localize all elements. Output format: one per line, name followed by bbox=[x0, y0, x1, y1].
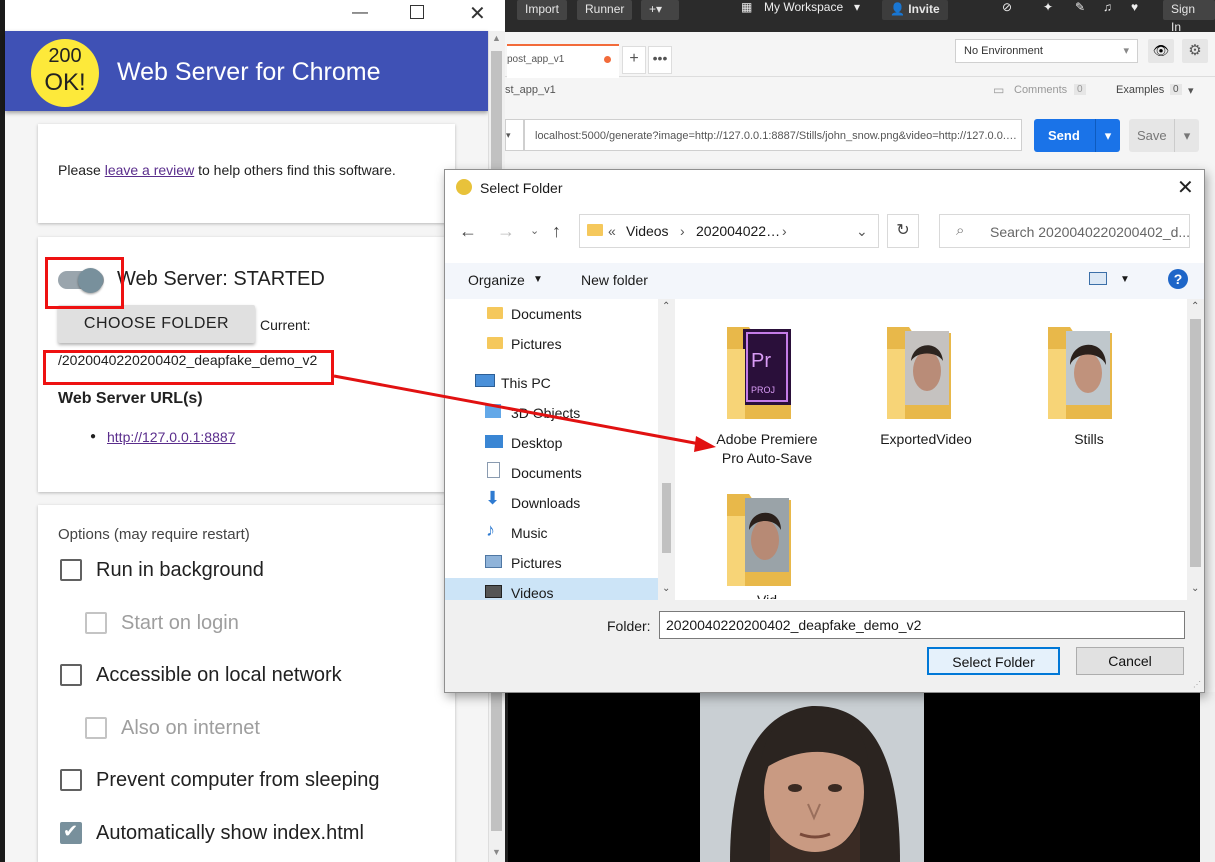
annotation-arrow bbox=[333, 374, 716, 452]
